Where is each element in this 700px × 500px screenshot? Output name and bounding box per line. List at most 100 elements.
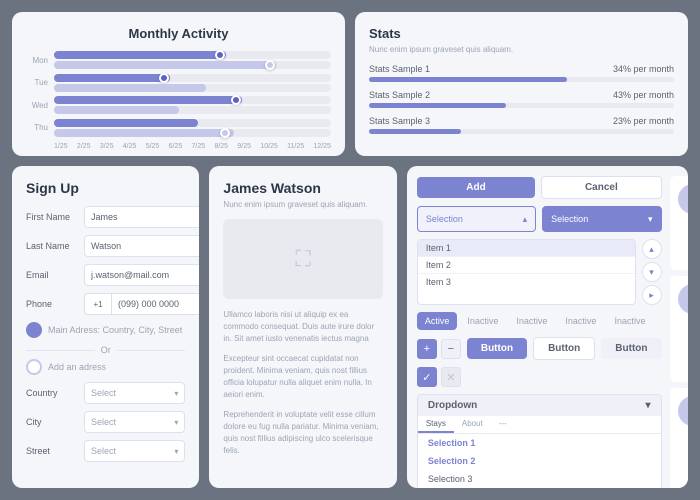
radio-circle-address[interactable]: [26, 322, 42, 338]
dropdown-tab-3[interactable]: ---: [491, 416, 515, 433]
list-nav-row: Item 1 Item 2 Item 3 ▴ ▾ ▸: [417, 239, 662, 305]
chart-row-tue: Tue: [26, 72, 331, 94]
chart-grid: Mon Tue: [26, 49, 331, 139]
radio-circle-add[interactable]: [26, 359, 42, 375]
tab-inactive-1[interactable]: Inactive: [459, 312, 506, 330]
signup-title: Sign Up: [26, 180, 185, 196]
email-input[interactable]: [84, 264, 199, 286]
avatar-3: [678, 396, 689, 426]
stat-label: Stats Sample 2: [369, 90, 430, 100]
chart-label-thu: Thu: [26, 123, 48, 132]
x-label: 2/25: [77, 143, 91, 150]
x-label: 1/25: [54, 143, 68, 150]
bar-fill-tue-2: [54, 84, 206, 92]
chevron-down-icon-sel: ▾: [648, 214, 653, 225]
chart-bars-thu: [54, 117, 331, 139]
city-select[interactable]: Select ▾: [84, 411, 185, 433]
street-select[interactable]: Select ▾: [84, 440, 185, 462]
first-name-label: First Name: [26, 212, 84, 222]
watson-subtitle: Nunc enim ipsum graveset quis aliquam.: [223, 200, 382, 209]
street-row: Street Select ▾: [26, 440, 185, 462]
dot-indicator-2: [265, 60, 275, 70]
selection-dropdown-2[interactable]: Selection ▾: [542, 206, 661, 232]
list-item-1[interactable]: Item 1: [418, 240, 635, 257]
selection-label-2: Selection: [551, 214, 588, 224]
nav-down-button[interactable]: ▾: [642, 262, 662, 282]
dropdown-area: Dropdown ▾ Stays About --- Selection 1 S…: [417, 394, 662, 488]
button-gray[interactable]: Button: [601, 338, 661, 359]
selection-dropdown-1[interactable]: Selection ▴: [417, 206, 536, 232]
tab-inactive-3[interactable]: Inactive: [557, 312, 604, 330]
x-label: 10/25: [260, 143, 278, 150]
x-label: 6/25: [169, 143, 183, 150]
image-icon: ⛶: [295, 246, 310, 272]
watson-text-block-3: Reprehenderit in voluptate velit esse ci…: [223, 409, 382, 457]
stat-value: 43% per month: [613, 90, 674, 100]
tab-active[interactable]: Active: [417, 312, 458, 330]
street-select-value: Select: [91, 446, 116, 456]
x-label: 12/25: [313, 143, 331, 150]
dropdown-title: Dropdown: [428, 400, 477, 411]
nav-right-button[interactable]: ▸: [642, 285, 662, 305]
x-label: 3/25: [100, 143, 114, 150]
list-item-2[interactable]: Item 2: [418, 257, 635, 274]
profile-cards-column: Adipisci velit, sed qua non eius modi te…: [670, 176, 689, 488]
dropdown-option-2[interactable]: Selection 2: [418, 452, 661, 470]
stat-bar-fill: [369, 103, 506, 108]
first-name-input[interactable]: [84, 206, 199, 228]
stat-row-3: Stats Sample 3 23% per month: [369, 116, 674, 134]
x-btn[interactable]: ✕: [441, 367, 461, 387]
watson-para-1: Ullamco laboris nisi ut aliquip ex ea co…: [223, 309, 382, 345]
phone-row: Phone +1: [26, 293, 185, 315]
email-label: Email: [26, 270, 84, 280]
stats-card: Stats Nunc enim ipsum graveset quis aliq…: [355, 12, 688, 156]
stats-title: Stats: [369, 26, 674, 41]
selection-label-1: Selection: [426, 214, 463, 224]
dot-indicator: [215, 50, 225, 60]
phone-input[interactable]: [112, 293, 199, 315]
bar-fill-thu: [54, 119, 198, 127]
chevron-down-icon-2: ▾: [174, 418, 178, 427]
profile-card-2: Quis autem vel eum iure reprehenderit qu…: [670, 276, 689, 382]
stepper-buttons-row: + − Button Button Button: [417, 337, 662, 360]
last-name-input[interactable]: [84, 235, 199, 257]
address-radio-row[interactable]: Main Adress: Country, City, Street: [26, 322, 185, 338]
stepper-add-btn[interactable]: +: [417, 339, 437, 359]
dropdown-tab-stays[interactable]: Stays: [418, 416, 454, 433]
city-select-value: Select: [91, 417, 116, 427]
cancel-button[interactable]: Cancel: [541, 176, 661, 199]
bar-track-thu-2: [54, 129, 331, 137]
tab-inactive-2[interactable]: Inactive: [508, 312, 555, 330]
list-item-3[interactable]: Item 3: [418, 274, 635, 290]
chart-bars-tue: [54, 72, 331, 94]
profile-card-3: Adipisci velit, sed qua non eius modi te…: [670, 388, 689, 488]
bar-track-tue: [54, 74, 331, 82]
dropdown-option-1[interactable]: Selection 1: [418, 434, 661, 452]
check-btn[interactable]: ✓: [417, 367, 437, 387]
tab-inactive-4[interactable]: Inactive: [606, 312, 653, 330]
stat-bar-fill: [369, 129, 461, 134]
country-select[interactable]: Select ▾: [84, 382, 185, 404]
x-label: 7/25: [192, 143, 206, 150]
avatar-1: [678, 184, 689, 214]
watson-text-block-1: Ullamco laboris nisi ut aliquip ex ea co…: [223, 309, 382, 345]
bar-fill-primary: [54, 51, 226, 59]
stepper-row: + −: [417, 339, 461, 359]
dropdown-tabs: Stays About ---: [418, 416, 661, 434]
dropdown-option-3[interactable]: Selection 3: [418, 470, 661, 488]
x-label: 4/25: [123, 143, 137, 150]
components-panel: Add Cancel Selection ▴ Selection ▾: [407, 166, 688, 488]
stepper-minus-btn[interactable]: −: [441, 339, 461, 359]
dropdown-header[interactable]: Dropdown ▾: [418, 395, 661, 416]
watson-para-3: Reprehenderit in voluptate velit esse ci…: [223, 409, 382, 457]
bar-fill-wed: [54, 96, 242, 104]
button-outline[interactable]: Button: [533, 337, 595, 360]
add-address-row[interactable]: Add an adress: [26, 359, 185, 375]
dropdown-tab-about[interactable]: About: [454, 416, 491, 433]
nav-up-button[interactable]: ▴: [642, 239, 662, 259]
add-button[interactable]: Add: [417, 177, 535, 198]
button-primary[interactable]: Button: [467, 338, 527, 359]
email-row: Email: [26, 264, 185, 286]
bar-track-wed: [54, 96, 331, 104]
street-label: Street: [26, 446, 84, 456]
